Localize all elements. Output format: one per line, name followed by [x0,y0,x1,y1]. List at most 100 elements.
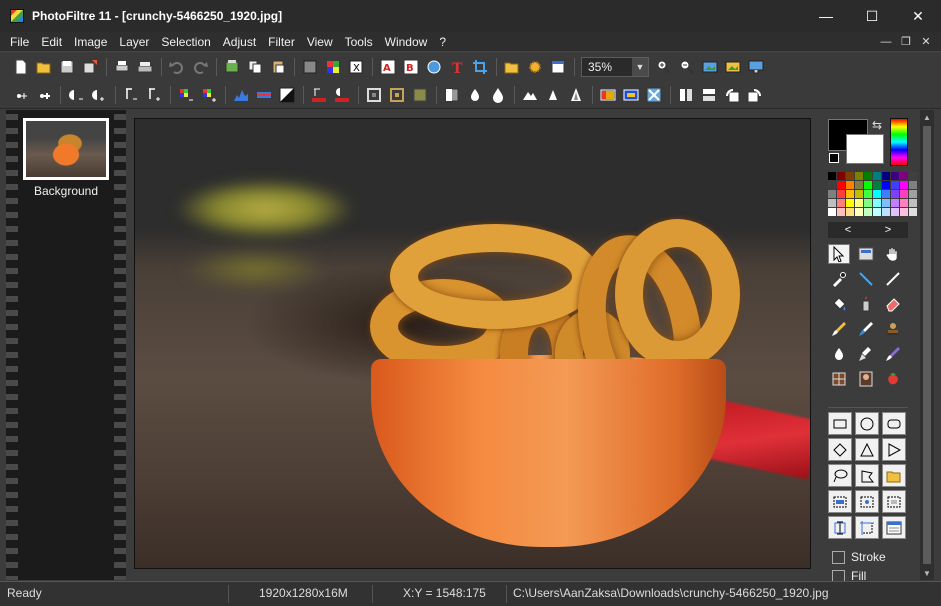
noise-icon[interactable] [542,84,564,106]
palette-swatch[interactable] [864,199,872,207]
menu-help[interactable]: ? [433,32,452,52]
palette-swatch[interactable] [828,181,836,189]
ellipse-shape-icon[interactable] [855,412,879,435]
blur-finger-icon[interactable] [828,344,850,364]
gradient-icon[interactable] [441,84,463,106]
layer-thumbnail-background[interactable] [23,118,109,180]
palette-swatch[interactable] [909,190,917,198]
saturation-down-icon[interactable] [175,84,197,106]
smudge-icon[interactable] [855,344,877,364]
crop-selection-icon[interactable] [855,516,879,539]
spray-can-icon[interactable] [855,294,877,314]
close-button[interactable]: ✕ [895,0,941,32]
full-screen-icon[interactable] [745,56,767,78]
scroll-up-arrow-icon[interactable]: ▲ [920,110,934,124]
color-spectrum-picker[interactable] [890,118,908,166]
magic-wand-icon[interactable] [855,244,877,264]
palette-swatch[interactable] [864,181,872,189]
palette-swatch[interactable] [891,181,899,189]
doc-restore-button[interactable]: ❐ [897,33,915,50]
eraser-icon[interactable] [882,294,904,314]
oil-paint-icon[interactable] [565,84,587,106]
select-all-icon[interactable] [882,490,906,513]
palette-swatch[interactable] [873,181,881,189]
stroke-selection-icon[interactable] [855,490,879,513]
color-balance-icon[interactable] [597,84,619,106]
palette-swatch[interactable] [837,181,845,189]
palette-swatch[interactable] [828,190,836,198]
menu-view[interactable]: View [301,32,339,52]
menu-tools[interactable]: Tools [339,32,379,52]
flip-horizontal-icon[interactable] [675,84,697,106]
palette-swatch[interactable] [864,190,872,198]
menu-adjust[interactable]: Adjust [217,32,262,52]
save-as-icon[interactable] [79,56,101,78]
paste-as-image-icon[interactable] [221,56,243,78]
brightness-down-icon[interactable] [65,84,87,106]
negative-icon[interactable] [643,84,665,106]
triangle-shape-icon[interactable] [855,438,879,461]
palette-swatch[interactable] [855,181,863,189]
palette-swatch[interactable] [846,172,854,180]
portrait-filter-icon[interactable] [855,369,877,389]
menu-selection[interactable]: Selection [155,32,216,52]
crop-icon[interactable] [469,56,491,78]
palette-swatch[interactable] [864,172,872,180]
text-tool-icon[interactable]: T [446,56,468,78]
canvas-size-icon[interactable]: B [400,56,422,78]
automatic-crop-icon[interactable] [423,56,445,78]
brightness-auto-icon[interactable] [331,84,353,106]
palette-swatch[interactable] [900,172,908,180]
load-shape-folder-icon[interactable] [882,464,906,487]
selection-settings-icon[interactable] [882,516,906,539]
rotate-right-icon[interactable] [744,84,766,106]
gamma-up-icon[interactable] [143,84,165,106]
tool-panel-scrollbar[interactable]: ▲ ▼ [920,110,934,580]
image-canvas[interactable] [134,118,811,569]
actual-size-icon[interactable] [699,56,721,78]
menu-file[interactable]: File [0,32,35,52]
palette-swatch[interactable] [873,199,881,207]
scrollbar-thumb[interactable] [923,126,931,564]
hand-icon[interactable] [882,244,904,264]
palette-swatch[interactable] [855,190,863,198]
palette-swatch[interactable] [891,199,899,207]
palette-swatch[interactable] [846,208,854,216]
color-palette[interactable] [828,172,917,216]
palette-swatch[interactable] [909,208,917,216]
palette-swatch[interactable] [855,172,863,180]
eyedropper-icon[interactable] [828,269,850,289]
stamp-icon[interactable] [882,319,904,339]
pattern-stamp-icon[interactable] [828,369,850,389]
brightness-up-icon[interactable] [88,84,110,106]
replace-color-icon[interactable] [620,84,642,106]
swap-colors-icon[interactable]: ⇆ [872,118,882,132]
palette-swatch[interactable] [837,208,845,216]
scan-icon[interactable] [134,56,156,78]
vertical-selection-icon[interactable] [828,516,852,539]
diamond-shape-icon[interactable] [828,438,852,461]
palette-swatch[interactable] [909,181,917,189]
palette-swatch[interactable] [855,199,863,207]
menu-edit[interactable]: Edit [35,32,68,52]
saturation-up-icon[interactable] [198,84,220,106]
palette-swatch[interactable] [873,172,881,180]
explorer-icon[interactable] [501,56,523,78]
palette-swatch[interactable] [837,190,845,198]
palette-swatch[interactable] [882,208,890,216]
palette-swatch[interactable] [900,208,908,216]
palette-swatch[interactable] [891,208,899,216]
zoom-out-icon[interactable] [676,56,698,78]
palette-swatch[interactable] [909,172,917,180]
transparency-icon[interactable]: X [345,56,367,78]
redo-icon[interactable] [189,56,211,78]
color-count-icon[interactable] [322,56,344,78]
palette-swatch[interactable] [891,190,899,198]
straight-line-icon[interactable] [882,269,904,289]
open-folder-icon[interactable] [33,56,55,78]
contrast-icon[interactable] [276,84,298,106]
save-disk-icon[interactable] [56,56,78,78]
emboss-icon[interactable] [519,84,541,106]
sharpen-drop-icon[interactable] [487,84,509,106]
right-triangle-shape-icon[interactable] [882,438,906,461]
